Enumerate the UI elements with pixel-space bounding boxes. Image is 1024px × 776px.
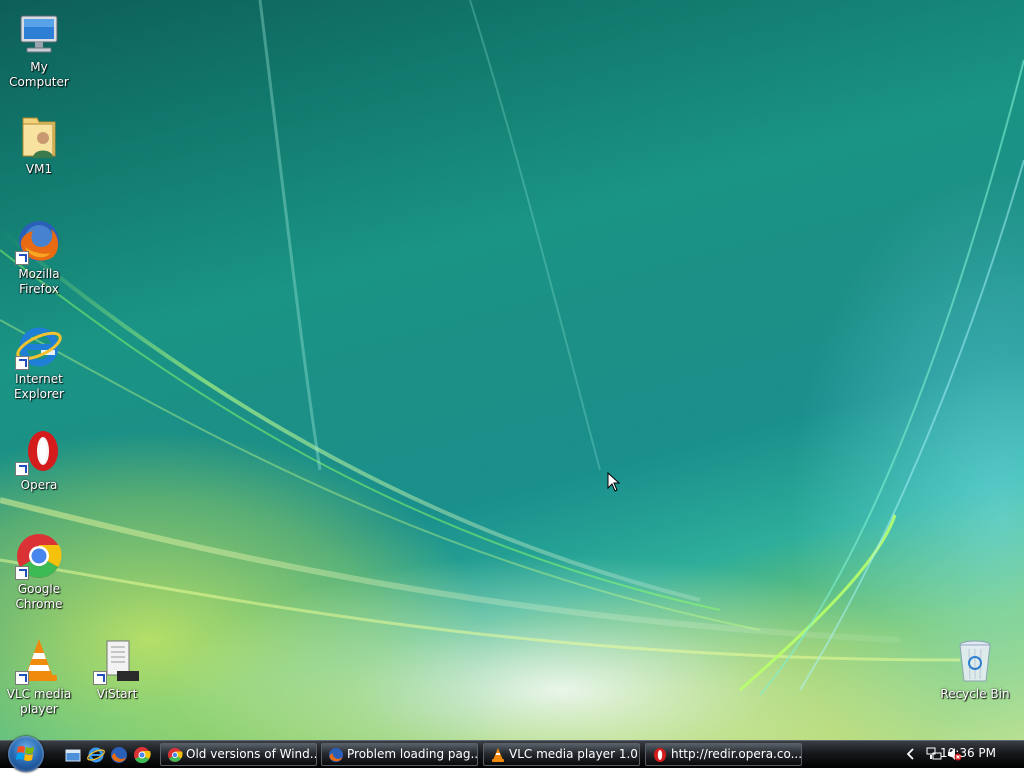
- shortcut-arrow-icon: [15, 566, 29, 580]
- vlc-icon: [492, 748, 504, 762]
- desktop-icon-label: Opera: [20, 478, 58, 492]
- desktop-icon-label: ViStart: [96, 687, 138, 701]
- chrome-icon: [15, 532, 63, 580]
- taskbar-button-label: Problem loading pag...: [347, 747, 478, 761]
- shortcut-arrow-icon: [15, 671, 29, 685]
- desktop-icon-opera[interactable]: Opera: [1, 428, 77, 493]
- firefox-icon[interactable]: [110, 746, 128, 764]
- desktop-icon-label: Google Chrome: [15, 582, 63, 611]
- computer-icon: [15, 10, 63, 58]
- opera-icon: [654, 748, 666, 762]
- desktop-icon-google-chrome[interactable]: Google Chrome: [1, 532, 77, 612]
- desktop-icon-vlc-media-player[interactable]: VLC media player: [1, 637, 77, 717]
- show-desktop-icon[interactable]: [64, 746, 82, 764]
- vistart-icon: [93, 637, 141, 685]
- shortcut-arrow-icon: [15, 462, 29, 476]
- shortcut-arrow-icon: [93, 671, 107, 685]
- desktop-icon-mozilla-firefox[interactable]: Mozilla Firefox: [1, 217, 77, 297]
- taskbar-button-label: http://redir.opera.co...: [671, 747, 802, 761]
- taskbar-button-chrome[interactable]: Old versions of Wind...: [160, 743, 317, 766]
- windows-start-icon[interactable]: [8, 736, 44, 772]
- clock[interactable]: 10:36 PM: [940, 746, 996, 760]
- desktop[interactable]: My Computer VM1 Mozilla Firefox Internet…: [0, 0, 1024, 740]
- recycle-bin-icon: [951, 637, 999, 685]
- desktop-icon-label: Mozilla Firefox: [18, 267, 60, 296]
- chrome-icon[interactable]: [133, 746, 151, 764]
- show-hidden-icons-chevron[interactable]: [906, 748, 916, 760]
- desktop-icon-label: Recycle Bin: [940, 687, 1010, 701]
- taskbar-button-label: VLC media player 1.0....: [509, 747, 640, 761]
- wallpaper-waves: [0, 0, 1024, 696]
- internet-explorer-icon: [15, 322, 63, 370]
- opera-icon: [15, 428, 63, 476]
- taskbar-button-vlc[interactable]: VLC media player 1.0....: [483, 743, 640, 766]
- desktop-icon-label: VLC media player: [6, 687, 72, 716]
- taskbar-button-label: Old versions of Wind...: [186, 747, 317, 761]
- internet-explorer-icon[interactable]: [87, 746, 105, 764]
- desktop-icon-my-computer[interactable]: My Computer: [1, 10, 77, 90]
- shortcut-arrow-icon: [15, 251, 29, 265]
- desktop-icon-label: Internet Explorer: [14, 372, 64, 401]
- desktop-icon-label: VM1: [25, 162, 53, 176]
- firefox-icon: [15, 217, 63, 265]
- user-folder-icon: [15, 112, 63, 160]
- desktop-icon-recycle-bin[interactable]: Recycle Bin: [937, 637, 1013, 702]
- vlc-icon: [15, 637, 63, 685]
- taskbar: Old versions of Wind... Problem loading …: [0, 736, 1024, 772]
- desktop-icon-internet-explorer[interactable]: Internet Explorer: [1, 322, 77, 402]
- desktop-icon-vm1[interactable]: VM1: [1, 112, 77, 177]
- firefox-icon: [329, 748, 343, 762]
- shortcut-arrow-icon: [15, 356, 29, 370]
- mouse-pointer-icon: [607, 472, 621, 492]
- desktop-icon-label: My Computer: [9, 60, 69, 89]
- desktop-icon-vistart[interactable]: ViStart: [79, 637, 155, 702]
- taskbar-button-opera[interactable]: http://redir.opera.co...: [645, 743, 802, 766]
- taskbar-button-firefox[interactable]: Problem loading pag...: [321, 743, 478, 766]
- chrome-icon: [168, 748, 183, 762]
